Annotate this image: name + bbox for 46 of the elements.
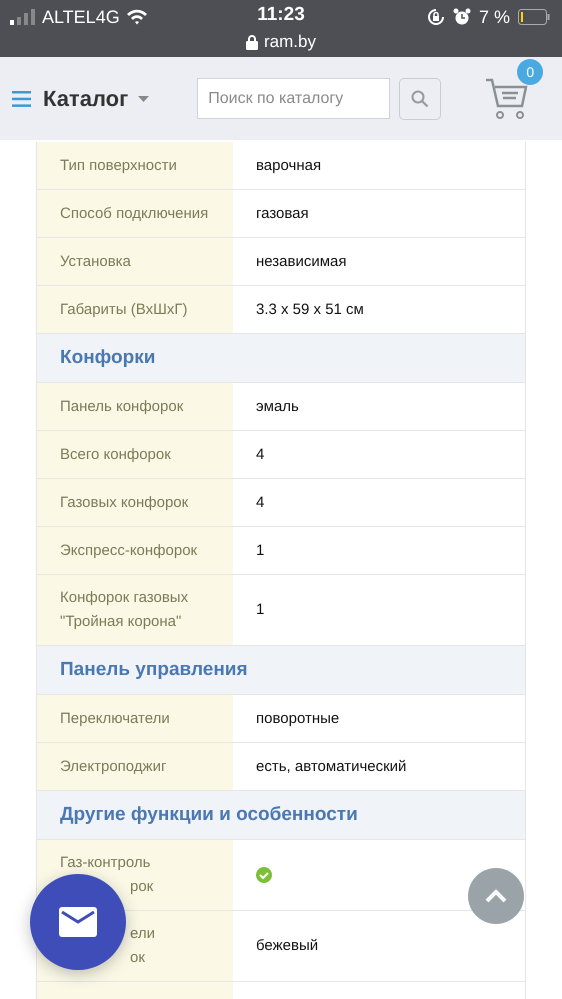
cart-icon[interactable] bbox=[485, 76, 530, 120]
spec-label-cell: Конфорок газовых "Тройная корона" bbox=[37, 575, 233, 645]
spec-label-cell: Газовых конфорок bbox=[37, 479, 233, 526]
clock-time: 11:23 bbox=[257, 4, 305, 25]
search-button[interactable] bbox=[399, 78, 442, 120]
alarm-icon bbox=[452, 8, 471, 26]
spec-label-cell: Тип поверхности bbox=[37, 142, 233, 189]
section-header: Другие функции и особенности bbox=[37, 791, 525, 840]
envelope-icon bbox=[59, 907, 97, 937]
spec-value-cell-text: 1 bbox=[255, 600, 266, 620]
spec-value-cell-text: варочная bbox=[255, 156, 322, 176]
chevron-up-icon bbox=[485, 889, 507, 903]
rotation-lock-icon bbox=[426, 8, 445, 26]
carrier-name: ALTEL4G bbox=[42, 6, 120, 28]
spec-label-cell: Установка bbox=[37, 238, 233, 285]
search-field[interactable]: Поиск по каталогу bbox=[197, 78, 390, 119]
spec-label-cell: Экспресс-конфорок bbox=[37, 527, 233, 574]
section-header: Конфорки bbox=[37, 334, 525, 383]
spec-label-cell: Электроподжиг bbox=[37, 743, 233, 790]
caret-icon[interactable] bbox=[138, 96, 150, 102]
page-url: ram.by bbox=[264, 32, 316, 52]
spec-value-cell-text: 4 bbox=[255, 444, 266, 464]
battery-icon bbox=[518, 9, 550, 25]
spec-value-cell-text: 4 bbox=[255, 492, 266, 512]
spec-label-cell: Габариты (ВхШхГ) bbox=[37, 286, 233, 333]
spec-value-cell-text: 1 bbox=[255, 540, 266, 560]
spec-label-cell: Всего конфорок bbox=[37, 431, 233, 478]
spec-label-cell: Способ подключения bbox=[37, 190, 233, 237]
menu-icon[interactable] bbox=[12, 90, 31, 106]
wifi-icon bbox=[126, 9, 148, 25]
spec-value-cell-text: независимая bbox=[255, 252, 348, 272]
spec-value-cell-text: газовая bbox=[255, 204, 310, 224]
spec-value-cell-text: бежевый bbox=[255, 936, 320, 956]
section-header: Панель управления bbox=[37, 646, 525, 695]
cart-count-badge: 0 bbox=[517, 58, 544, 84]
spec-label-cell: Панель конфорок bbox=[37, 383, 233, 430]
spec-value-cell-text: поворотные bbox=[255, 708, 340, 728]
catalog-link[interactable]: Каталог bbox=[43, 86, 128, 112]
battery-percent: 7 % bbox=[478, 6, 510, 28]
spec-value-cell-text: эмаль bbox=[255, 396, 300, 416]
spec-value-cell-text: есть, автоматический bbox=[255, 756, 408, 776]
spec-label-cell: Переключатели bbox=[37, 695, 233, 742]
spec-value-cell-text: 3.3 x 59 x 51 см bbox=[255, 300, 365, 320]
lock-icon bbox=[246, 34, 258, 50]
signal-icon bbox=[10, 9, 36, 25]
search-icon bbox=[411, 90, 430, 108]
